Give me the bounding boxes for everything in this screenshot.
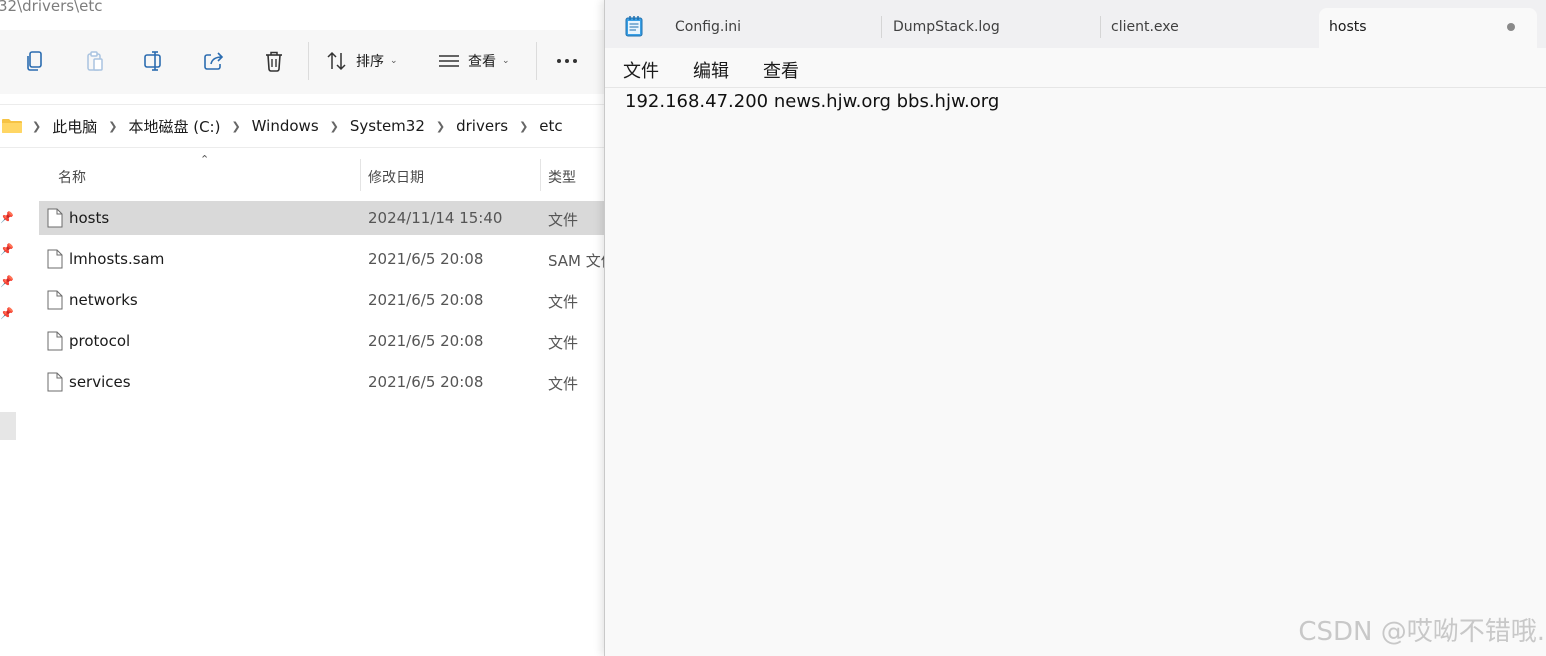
tab-label: hosts <box>1329 19 1367 35</box>
column-divider[interactable] <box>360 159 361 191</box>
notepad-icon <box>625 16 643 37</box>
column-header-row: ⌃ 名称 修改日期 类型 <box>18 149 604 201</box>
tab-label: DumpStack.log <box>893 19 1000 35</box>
file-type: 文件 <box>548 334 579 352</box>
delete-button[interactable] <box>259 46 289 76</box>
navigation-pane: 📌 📌 📌 📌 <box>0 149 18 656</box>
file-icon <box>47 372 63 392</box>
chevron-down-icon: ⌄ <box>390 56 398 66</box>
file-modified: 2024/11/14 15:40 <box>368 209 503 227</box>
nav-selected-item[interactable] <box>0 412 16 440</box>
chevron-right-icon[interactable]: ❯ <box>108 120 117 133</box>
file-type: SAM 文件 <box>548 252 604 270</box>
share-button[interactable] <box>199 46 229 76</box>
file-modified: 2021/6/5 20:08 <box>368 250 484 268</box>
breadcrumb: ❯ 此电脑 ❯ 本地磁盘 (C:) ❯ Windows ❯ System32 ❯… <box>0 104 604 148</box>
paste-icon <box>87 51 103 71</box>
file-type: 文件 <box>548 293 579 311</box>
tab-config-ini[interactable]: Config.ini <box>661 0 881 48</box>
file-name: hosts <box>69 209 110 227</box>
chevron-right-icon[interactable]: ❯ <box>519 120 528 133</box>
file-type: 文件 <box>548 211 579 229</box>
pin-icon[interactable]: 📌 <box>0 307 14 320</box>
window-title-path: 32\drivers\etc <box>0 0 103 15</box>
more-options-button[interactable] <box>553 46 581 76</box>
chevron-right-icon[interactable]: ❯ <box>330 120 339 133</box>
watermark: CSDN @哎呦不错哦. <box>1298 617 1545 647</box>
tab-label: client.exe <box>1111 19 1179 35</box>
tab-client-exe[interactable]: client.exe <box>1101 0 1319 48</box>
file-list: ⌃ 名称 修改日期 类型 hosts 2024/11/14 15:40 文件 l… <box>18 149 604 656</box>
file-icon <box>47 208 63 228</box>
folder-icon <box>2 119 22 133</box>
copy-button[interactable] <box>20 46 50 76</box>
breadcrumb-etc[interactable]: etc <box>539 117 562 135</box>
menu-view[interactable]: 查看 <box>763 57 799 83</box>
file-row-networks[interactable]: networks 2021/6/5 20:08 文件 <box>39 283 604 317</box>
sort-icon <box>327 51 346 71</box>
file-type: 文件 <box>548 375 579 393</box>
notepad-window: Config.ini DumpStack.log client.exe host… <box>604 0 1546 656</box>
breadcrumb-windows[interactable]: Windows <box>252 117 319 135</box>
more-icon <box>557 59 577 63</box>
menu-edit[interactable]: 编辑 <box>693 57 729 83</box>
file-name: services <box>69 373 131 391</box>
toolbar-separator <box>536 42 537 80</box>
text-editor[interactable]: 192.168.47.200 news.hjw.org bbs.hjw.org … <box>605 89 1546 656</box>
chevron-right-icon: ❯ <box>32 119 42 133</box>
tab-dumpstack-log[interactable]: DumpStack.log <box>882 0 1100 48</box>
chevron-down-icon: ⌄ <box>502 56 510 66</box>
breadcrumb-local-disk[interactable]: 本地磁盘 (C:) <box>128 116 220 137</box>
menu-bar: 文件 编辑 查看 <box>605 48 1546 88</box>
rename-button[interactable] <box>139 46 169 76</box>
file-name: lmhosts.sam <box>69 250 165 268</box>
column-header-modified[interactable]: 修改日期 <box>368 167 424 187</box>
column-header-name[interactable]: 名称 <box>58 167 86 187</box>
breadcrumb-system32[interactable]: System32 <box>350 117 425 135</box>
file-modified: 2021/6/5 20:08 <box>368 332 484 350</box>
file-row-protocol[interactable]: protocol 2021/6/5 20:08 文件 <box>39 324 604 358</box>
sort-ascending-icon: ⌃ <box>200 153 210 166</box>
copy-icon <box>27 51 42 71</box>
column-divider[interactable] <box>540 159 541 191</box>
file-name: networks <box>69 291 138 309</box>
sort-label: 排序 <box>356 54 384 70</box>
share-icon <box>204 52 224 70</box>
chevron-right-icon[interactable]: ❯ <box>231 120 240 133</box>
pin-icon[interactable]: 📌 <box>0 243 14 256</box>
file-modified: 2021/6/5 20:08 <box>368 373 484 391</box>
pin-icon[interactable]: 📌 <box>0 275 14 288</box>
toolbar-separator <box>308 42 309 80</box>
pin-icon[interactable]: 📌 <box>0 211 14 224</box>
column-header-type[interactable]: 类型 <box>548 167 576 187</box>
list-view-icon <box>439 55 459 67</box>
file-modified: 2021/6/5 20:08 <box>368 291 484 309</box>
breadcrumb-this-pc[interactable]: 此电脑 <box>52 116 97 137</box>
tab-hosts[interactable]: hosts <box>1319 8 1537 48</box>
delete-icon <box>266 51 282 72</box>
view-label: 查看 <box>468 54 496 70</box>
paste-button[interactable] <box>80 46 110 76</box>
file-icon <box>47 290 63 310</box>
view-button[interactable]: 查看 ⌄ <box>438 46 510 76</box>
file-icon <box>47 249 63 269</box>
editor-content[interactable]: 192.168.47.200 news.hjw.org bbs.hjw.org <box>625 91 999 112</box>
tab-bar: Config.ini DumpStack.log client.exe host… <box>605 0 1546 48</box>
sort-button[interactable]: 排序 ⌄ <box>326 46 398 76</box>
file-row-services[interactable]: services 2021/6/5 20:08 文件 <box>39 365 604 399</box>
menu-file[interactable]: 文件 <box>623 57 659 83</box>
breadcrumb-drivers[interactable]: drivers <box>456 117 508 135</box>
file-row-hosts[interactable]: hosts 2024/11/14 15:40 文件 <box>39 201 604 235</box>
file-row-lmhosts[interactable]: lmhosts.sam 2021/6/5 20:08 SAM 文件 <box>39 242 604 276</box>
chevron-right-icon[interactable]: ❯ <box>436 120 445 133</box>
unsaved-indicator-icon[interactable] <box>1507 23 1515 31</box>
file-name: protocol <box>69 332 131 350</box>
explorer-toolbar: 排序 ⌄ 查看 ⌄ <box>0 30 604 94</box>
rename-icon <box>144 51 161 71</box>
tab-label: Config.ini <box>675 19 742 35</box>
file-icon <box>47 331 63 351</box>
file-explorer-window: 32\drivers\etc 排序 ⌄ 查看 ⌄ ❯ 此电脑 ❯ 本地磁盘 (C… <box>0 0 604 656</box>
